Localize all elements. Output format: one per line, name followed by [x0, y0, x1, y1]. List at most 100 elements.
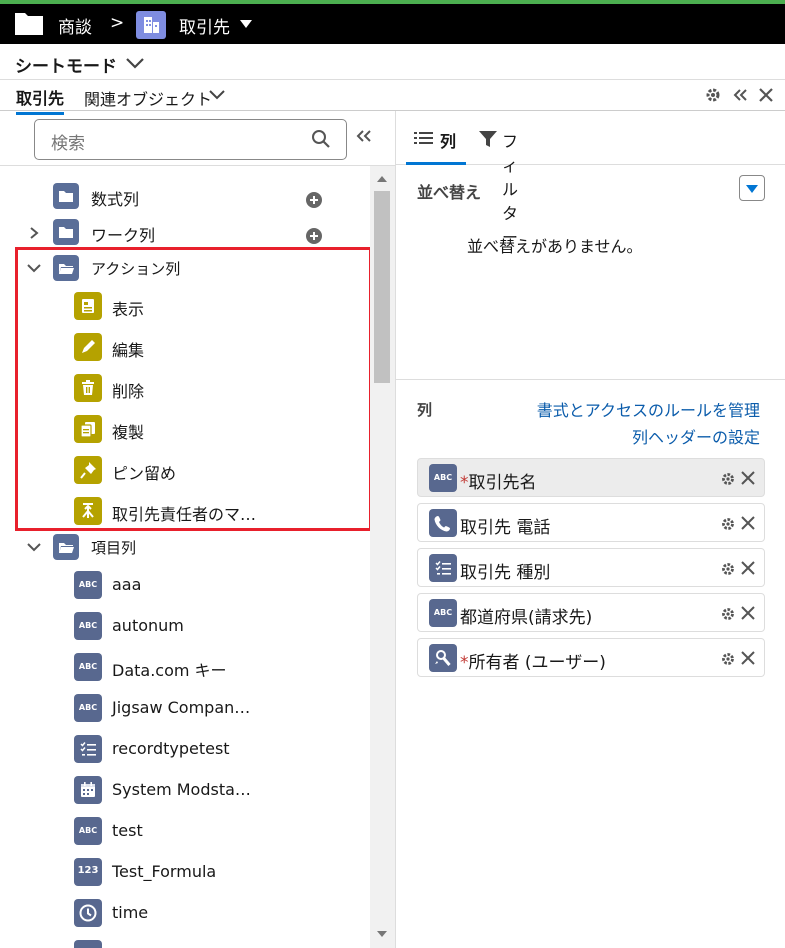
- gear-icon[interactable]: [720, 651, 736, 667]
- tree-item-work[interactable]: ワーク列: [0, 214, 370, 250]
- folder-icon: [53, 183, 79, 209]
- tree-item-field[interactable]: ABC Data.com キー: [0, 649, 370, 685]
- add-circle-icon[interactable]: [306, 228, 322, 244]
- mode-label[interactable]: シートモード: [15, 52, 117, 77]
- phone-icon: [429, 509, 457, 537]
- tree-item-field[interactable]: ABC test: [0, 813, 370, 849]
- chevron-right-icon[interactable]: [28, 226, 40, 240]
- chevron-down-icon[interactable]: [125, 56, 145, 70]
- add-circle-icon[interactable]: [306, 192, 322, 208]
- gear-icon[interactable]: [720, 516, 736, 532]
- tab-columns[interactable]: 列: [406, 111, 466, 165]
- breadcrumb-opportunity[interactable]: 商談: [58, 13, 92, 38]
- tab-related-objects[interactable]: 関連オブジェクト: [84, 86, 212, 110]
- text-field-icon: ABC: [74, 817, 102, 845]
- divider: [396, 379, 785, 380]
- highlight-box: [15, 247, 372, 531]
- top-navigation-bar: 商談 > 取引先: [0, 0, 785, 44]
- search-box[interactable]: 検索: [34, 119, 347, 160]
- close-icon[interactable]: [740, 515, 756, 531]
- gear-icon[interactable]: [704, 86, 722, 104]
- folder-open-icon: [53, 534, 79, 560]
- field-icon: [74, 940, 102, 948]
- search-icon[interactable]: [311, 129, 331, 149]
- tree-item-label: 項目列: [91, 539, 137, 557]
- text-field-icon: ABC: [429, 464, 457, 492]
- settings-tabs: 列 フィルター: [396, 111, 785, 247]
- scrollbar-thumb[interactable]: [374, 191, 390, 383]
- sort-dropdown-button[interactable]: [739, 175, 765, 201]
- column-header-settings-link[interactable]: 列ヘッダーの設定: [632, 424, 760, 448]
- tree-item-label: Data.com キー: [112, 661, 227, 680]
- tree-item-label: Test_Formula: [112, 862, 217, 881]
- column-item-account-type[interactable]: 取引先 種別: [417, 548, 765, 587]
- tree-item-label: autonum: [112, 616, 184, 635]
- gear-icon[interactable]: [720, 471, 736, 487]
- columns-heading: 列: [417, 401, 433, 419]
- manage-format-access-rules-link[interactable]: 書式とアクセスのルールを管理: [537, 397, 760, 421]
- tree-item-field[interactable]: recordtypetest: [0, 731, 370, 767]
- collapse-double-chevron-icon[interactable]: [355, 128, 373, 144]
- number-field-icon: 123: [74, 858, 102, 886]
- scroll-up-icon[interactable]: [377, 176, 387, 182]
- column-item-label: 取引先 種別: [460, 563, 551, 583]
- text-field-icon: ABC: [74, 571, 102, 599]
- tree-item-field[interactable]: ABC aaa: [0, 567, 370, 603]
- column-item-label: 取引先名: [468, 473, 537, 493]
- gear-icon[interactable]: [720, 561, 736, 577]
- tree-item-field[interactable]: ABC autonum: [0, 608, 370, 644]
- object-tab-bar: 取引先 関連オブジェクト: [0, 80, 785, 115]
- column-item-billing-state[interactable]: ABC 都道府県(請求先): [417, 593, 765, 632]
- tree-item-field[interactable]: ABC Jigsaw Compan…: [0, 690, 370, 726]
- close-icon[interactable]: [740, 560, 756, 576]
- tree-item-label: 数式列: [91, 190, 140, 209]
- folder-icon[interactable]: [14, 10, 44, 36]
- close-icon[interactable]: [740, 605, 756, 621]
- tree-item-formula[interactable]: 数式列: [0, 178, 370, 214]
- text-field-icon: ABC: [74, 653, 102, 681]
- close-icon[interactable]: [757, 86, 775, 104]
- required-marker: *: [460, 653, 469, 673]
- search-input[interactable]: 検索: [51, 129, 85, 154]
- column-item-account-phone[interactable]: 取引先 電話: [417, 503, 765, 542]
- mode-bar: シートモード: [0, 44, 785, 80]
- chevron-down-icon[interactable]: [208, 88, 226, 102]
- tree-item-label: Jigsaw Compan…: [112, 698, 251, 717]
- scrollbar[interactable]: [370, 166, 395, 948]
- picklist-icon: [429, 554, 457, 582]
- folder-icon: [53, 219, 79, 245]
- close-icon[interactable]: [740, 650, 756, 666]
- close-icon[interactable]: [740, 470, 756, 486]
- column-item-label: 取引先 電話: [460, 518, 551, 538]
- tree-item-field[interactable]: [0, 936, 370, 948]
- text-field-icon: ABC: [74, 612, 102, 640]
- column-item-account-name[interactable]: ABC *取引先名: [417, 458, 765, 497]
- divider: [0, 165, 396, 166]
- text-field-icon: ABC: [429, 599, 457, 627]
- object-dropdown-caret-icon[interactable]: [240, 20, 252, 28]
- breadcrumb-separator: >: [110, 13, 125, 33]
- tree-item-label: ワーク列: [91, 226, 156, 245]
- field-tree-panel: 検索 数式列 ワーク列 アクション列 表示 編集 削除 複製 ピン留め 取引先責…: [0, 111, 396, 948]
- collapse-double-chevron-icon[interactable]: [731, 86, 749, 104]
- settings-panel: 列 フィルター 並べ替え 並べ替えがありません。 列 書式とアクセスのルールを管…: [396, 111, 785, 948]
- tree-item-field[interactable]: System Modsta…: [0, 772, 370, 808]
- chevron-down-icon[interactable]: [26, 541, 42, 553]
- tree-item-field[interactable]: 123 Test_Formula: [0, 854, 370, 890]
- no-sort-message: 並べ替えがありません。: [467, 237, 643, 256]
- tree-item-label: aaa: [112, 575, 142, 594]
- column-item-label: 都道府県(請求先): [460, 608, 593, 628]
- tree-item-fields[interactable]: 項目列: [0, 529, 370, 565]
- list-icon: [414, 132, 433, 144]
- account-object-icon: [136, 11, 166, 39]
- picklist-icon: [74, 735, 102, 763]
- column-item-label: 所有者 (ユーザー): [468, 653, 606, 673]
- calendar-icon: [74, 776, 102, 804]
- column-item-owner[interactable]: *所有者 (ユーザー): [417, 638, 765, 677]
- tree-item-label: recordtypetest: [112, 739, 230, 758]
- clock-icon: [74, 899, 102, 927]
- tree-item-field[interactable]: time: [0, 895, 370, 931]
- scroll-down-icon[interactable]: [377, 931, 387, 937]
- object-name[interactable]: 取引先: [179, 13, 230, 38]
- gear-icon[interactable]: [720, 606, 736, 622]
